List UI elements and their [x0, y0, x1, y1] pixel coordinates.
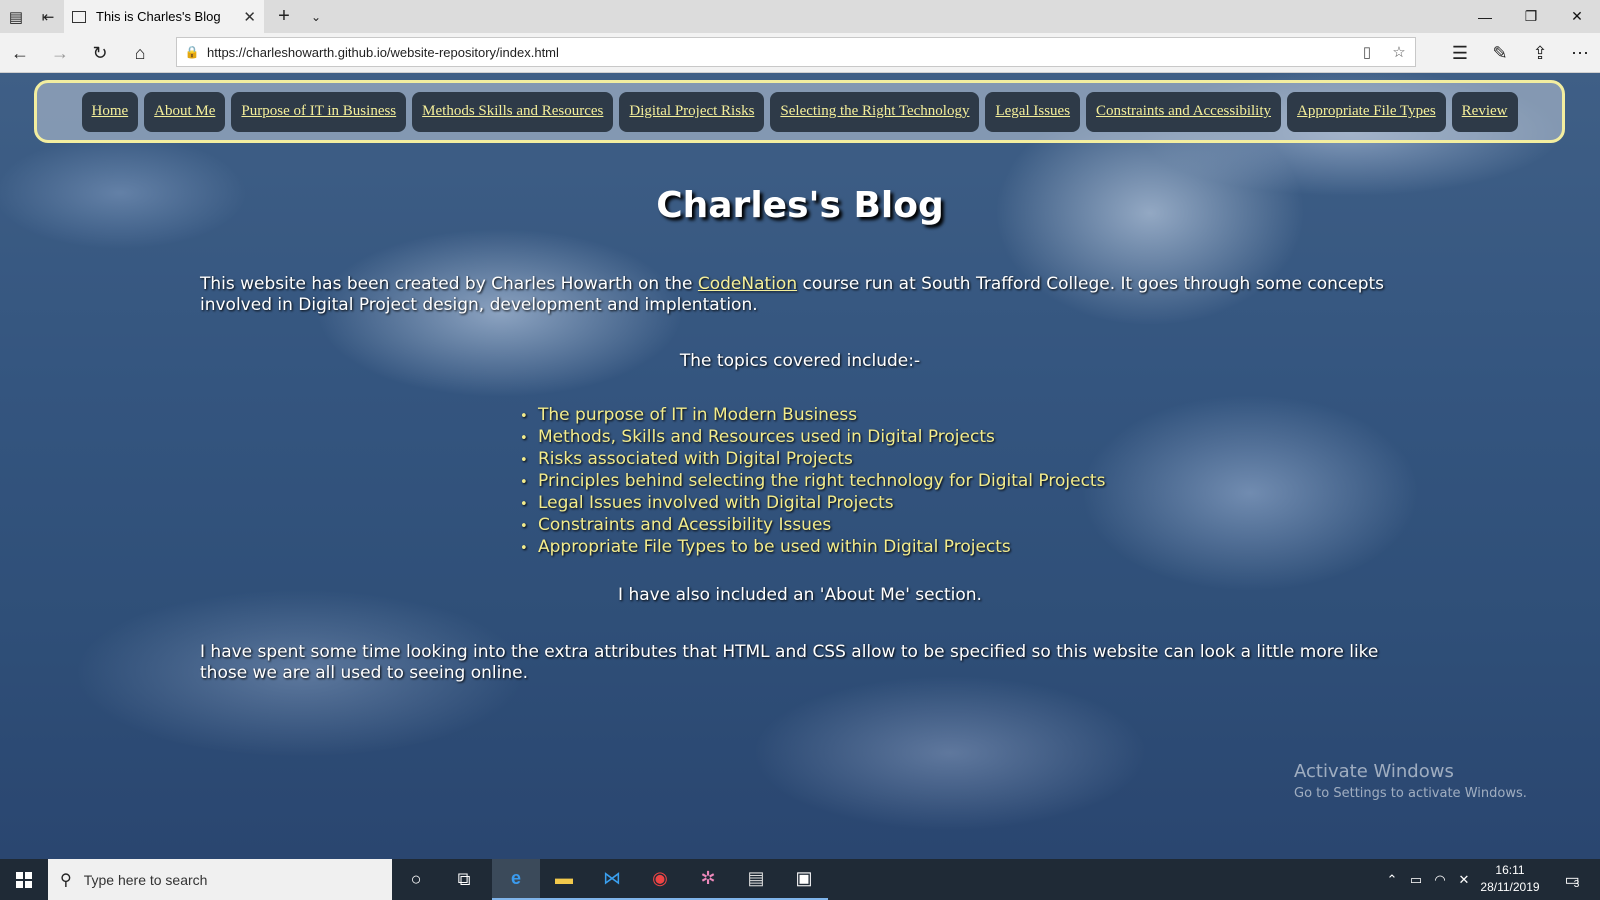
minimize-icon[interactable]: — — [1462, 0, 1508, 33]
nav-link-methods-skills[interactable]: Methods Skills and Resources — [412, 91, 614, 132]
favorites-hub-icon[interactable]: ☰ — [1440, 33, 1480, 73]
list-item: Appropriate File Types to be used within… — [520, 537, 1105, 559]
intro-paragraph: This website has been created by Charles… — [200, 274, 1400, 316]
intro-text-start: This website has been created by Charles… — [200, 274, 698, 294]
address-bar[interactable]: 🔒 https://charleshowarth.github.io/websi… — [176, 37, 1416, 67]
python-icon[interactable]: ▤ — [732, 859, 780, 900]
taskbar: ⚲ Type here to search ○ ⧉ e ▬ ⋈ ◉ ✲ ▤ ▣ … — [0, 859, 1600, 900]
chrome-icon[interactable]: ◉ — [636, 859, 684, 900]
nav-link-constraints[interactable]: Constraints and Accessibility — [1086, 91, 1282, 132]
refresh-icon[interactable]: ↻ — [80, 33, 120, 73]
clock-time: 16:11 — [1495, 863, 1525, 877]
search-placeholder: Type here to search — [83, 871, 208, 888]
slack-icon[interactable]: ✲ — [684, 859, 732, 900]
reading-view-icon[interactable]: ▯ — [1351, 43, 1383, 61]
nav-link-home[interactable]: Home — [81, 91, 139, 132]
tabs-aside-icon[interactable]: ⇤ — [32, 0, 64, 33]
topics-heading: The topics covered include:- — [679, 351, 921, 371]
vscode-icon[interactable]: ⋈ — [588, 859, 636, 900]
task-view-icon[interactable]: ⧉ — [440, 859, 488, 900]
url-text[interactable]: https://charleshowarth.github.io/website… — [207, 45, 1351, 60]
list-item: Principles behind selecting the right te… — [520, 471, 1105, 493]
taskbar-search[interactable]: ⚲ Type here to search — [48, 859, 392, 900]
tab-title: This is Charles's Blog — [96, 9, 221, 24]
nav-link-selecting-technology[interactable]: Selecting the Right Technology — [770, 91, 980, 132]
nav-link-project-risks[interactable]: Digital Project Risks — [619, 91, 765, 132]
watermark-subtitle: Go to Settings to activate Windows. — [1294, 786, 1527, 801]
nav-link-review[interactable]: Review — [1451, 91, 1518, 132]
chevron-down-icon[interactable]: ⌄ — [300, 0, 332, 33]
web-page: Home About Me Purpose of IT in Business … — [0, 73, 1600, 859]
file-explorer-icon[interactable]: ▬ — [540, 859, 588, 900]
taskbar-clock[interactable]: 16:11 28/11/2019 — [1470, 862, 1550, 896]
activate-windows-watermark: Activate Windows Go to Settings to activ… — [1294, 761, 1527, 801]
nav-link-file-types[interactable]: Appropriate File Types — [1287, 91, 1446, 132]
search-icon: ⚲ — [60, 871, 72, 889]
list-item: Risks associated with Digital Projects — [520, 449, 1105, 471]
restore-icon[interactable]: ❐ — [1508, 0, 1554, 33]
clock-date: 28/11/2019 — [1480, 880, 1540, 894]
show-hidden-icons-icon[interactable]: ⌃ — [1380, 859, 1404, 900]
list-item: The purpose of IT in Modern Business — [520, 405, 1105, 427]
favorite-star-icon[interactable]: ☆ — [1383, 43, 1415, 61]
battery-icon[interactable]: ▭ — [1404, 859, 1428, 900]
list-item: Methods, Skills and Resources used in Di… — [520, 427, 1105, 449]
tab-actions-icon[interactable]: ▤ — [0, 0, 32, 33]
wifi-icon[interactable]: ◠ — [1428, 859, 1452, 900]
nav-link-legal-issues[interactable]: Legal Issues — [985, 91, 1081, 132]
nav-link-purpose-of-it[interactable]: Purpose of IT in Business — [231, 91, 407, 132]
start-button[interactable] — [0, 859, 48, 900]
forward-icon[interactable]: → — [40, 33, 80, 73]
pen-icon[interactable]: ✎ — [1480, 33, 1520, 73]
more-icon[interactable]: ⋯ — [1560, 33, 1600, 73]
notification-count: 3 — [1573, 879, 1580, 890]
outro-paragraph: I have spent some time looking into the … — [200, 642, 1379, 683]
topics-list: The purpose of IT in Modern Business Met… — [520, 405, 1105, 559]
browser-tab[interactable]: This is Charles's Blog ✕ — [64, 0, 264, 33]
new-tab-icon[interactable]: + — [268, 0, 300, 33]
page-title: Charles's Blog — [656, 185, 944, 226]
window-close-icon[interactable]: ✕ — [1554, 0, 1600, 33]
back-icon[interactable]: ← — [0, 33, 40, 73]
browser-toolbar: ← → ↻ ⌂ 🔒 https://charleshowarth.github.… — [0, 33, 1600, 73]
lock-icon: 🔒 — [184, 45, 200, 59]
codenation-link[interactable]: CodeNation — [698, 274, 797, 294]
photos-icon[interactable]: ▣ — [780, 859, 828, 900]
cortana-icon[interactable]: ○ — [392, 859, 440, 900]
about-me-note: I have also included an 'About Me' secti… — [618, 585, 982, 605]
list-item: Legal Issues involved with Digital Proje… — [520, 493, 1105, 515]
watermark-title: Activate Windows — [1294, 761, 1454, 782]
notification-center-icon[interactable]: ▭ 3 — [1548, 859, 1596, 900]
browser-tab-bar: ▤ ⇤ This is Charles's Blog ✕ + ⌄ — ❐ ✕ — [0, 0, 1600, 33]
nav-link-about-me[interactable]: About Me — [144, 91, 226, 132]
share-icon[interactable]: ⇪ — [1520, 33, 1560, 73]
close-tab-icon[interactable]: ✕ — [243, 8, 256, 26]
home-icon[interactable]: ⌂ — [120, 33, 160, 73]
site-nav: Home About Me Purpose of IT in Business … — [34, 80, 1565, 143]
windows-logo-icon — [16, 871, 32, 888]
edge-icon[interactable]: e — [492, 859, 540, 900]
list-item: Constraints and Acessibility Issues — [520, 515, 1105, 537]
page-icon — [72, 10, 86, 23]
